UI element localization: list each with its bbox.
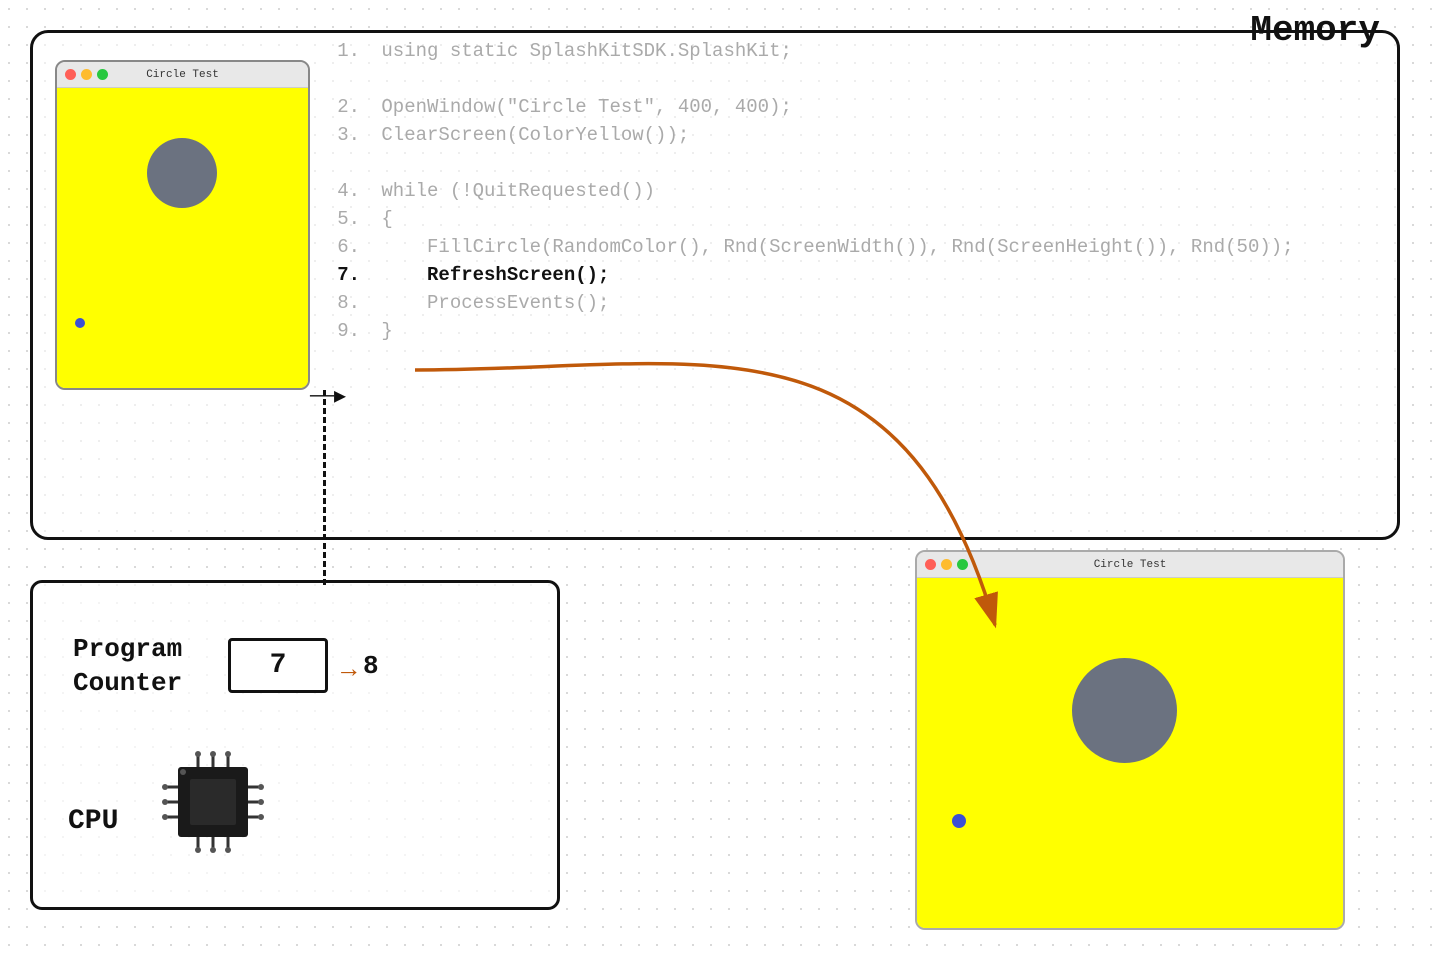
code-line-3: 3. ClearScreen(ColorYellow()); — [330, 124, 1294, 146]
code-line-5: 5. { — [330, 208, 1294, 230]
cpu-panel: ProgramCounter 7 → 8 CPU — [30, 580, 560, 910]
cpu-label: CPU — [68, 806, 118, 837]
titlebar-title-bottom: Circle Test — [1094, 559, 1167, 571]
dot-blue-bottom — [952, 814, 966, 828]
program-counter-label: ProgramCounter — [73, 633, 182, 701]
btn-green-top[interactable] — [97, 69, 108, 80]
code-line-2: 2. OpenWindow("Circle Test", 400, 400); — [330, 96, 1294, 118]
btn-yellow-top[interactable] — [81, 69, 92, 80]
window-content-top — [57, 88, 308, 388]
titlebar-bottom: Circle Test — [917, 552, 1343, 578]
code-line-9: 9. } — [330, 320, 1294, 342]
circle-gray-top — [147, 138, 217, 208]
code-line-8: 8. ProcessEvents(); — [330, 292, 1294, 314]
mini-window-top: Circle Test — [55, 60, 310, 390]
pc-value-box: 7 — [228, 638, 328, 693]
code-line-7: 7. RefreshScreen(); — [330, 264, 1294, 286]
code-line-6: 6. FillCircle(RandomColor(), Rnd(ScreenW… — [330, 236, 1294, 258]
line7-arrow-indicator: ──▶ — [310, 383, 346, 409]
code-lines: 1. using static SplashKitSDK.SplashKit; … — [330, 40, 1294, 348]
btn-red-top[interactable] — [65, 69, 76, 80]
code-line-1: 1. using static SplashKitSDK.SplashKit; — [330, 40, 1294, 62]
code-line-blank2 — [330, 152, 1294, 174]
btn-red-bottom[interactable] — [925, 559, 936, 570]
btn-green-bottom[interactable] — [957, 559, 968, 570]
dashed-line — [323, 390, 326, 585]
titlebar-top: Circle Test — [57, 62, 308, 88]
titlebar-title-top: Circle Test — [146, 69, 219, 81]
code-line-blank1 — [330, 68, 1294, 90]
pc-next-value: 8 — [363, 651, 379, 681]
cpu-chip — [148, 737, 278, 872]
code-line-4: 4. while (!QuitRequested()) — [330, 180, 1294, 202]
circle-gray-bottom — [1072, 658, 1177, 763]
mini-window-bottom: Circle Test — [915, 550, 1345, 930]
pc-arrow: → — [341, 655, 357, 685]
dot-blue-top — [75, 318, 85, 328]
window-content-bottom — [917, 578, 1343, 928]
btn-yellow-bottom[interactable] — [941, 559, 952, 570]
